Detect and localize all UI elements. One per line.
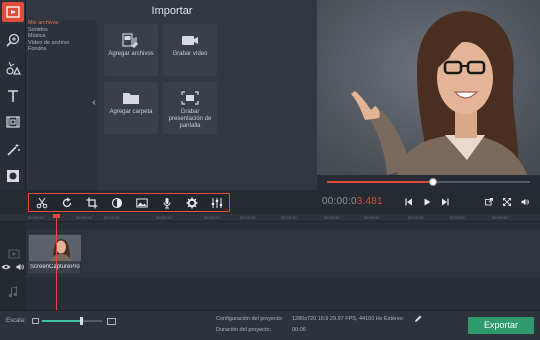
shapes-icon[interactable] <box>2 58 24 78</box>
edit-pencil-icon[interactable] <box>414 315 422 323</box>
scale-slider[interactable] <box>42 317 102 325</box>
add-folder-button[interactable]: Agregar carpeta <box>104 82 158 134</box>
ruler-tick: 00:00:00 <box>28 215 44 220</box>
visibility-eye-icon[interactable] <box>1 263 11 271</box>
volume-icon[interactable] <box>518 196 532 208</box>
project-settings-value: 1280x720 16:9 29.97 FPS, 44100 Hz Estére… <box>292 316 403 322</box>
clip-thumbnail-image <box>29 235 81 261</box>
timecode-current: 3.481 <box>356 196 383 207</box>
playhead-handle[interactable] <box>53 214 60 218</box>
redo-icon[interactable] <box>54 194 79 211</box>
preview-progress <box>317 175 540 190</box>
gear-icon[interactable] <box>179 194 204 211</box>
skip-back-icon[interactable] <box>402 196 416 208</box>
project-duration-label: Duración del proyecto: <box>216 327 272 333</box>
track-volume-icon[interactable] <box>16 263 25 271</box>
timecode-display: 00:00:03.481 <box>322 196 383 207</box>
record-video-button[interactable]: Grabar vídeo <box>163 24 217 76</box>
record-video-label: Grabar vídeo <box>172 51 208 57</box>
category-backgrounds[interactable]: Fondos <box>28 46 88 53</box>
ruler-tick: 00:00:50 <box>450 215 466 220</box>
ruler-tick: 00:00:45 <box>408 215 424 220</box>
record-screen-button[interactable]: Grabar presentación de pantalla <box>163 82 217 134</box>
clip-name: ScreenCapturePro <box>30 264 80 270</box>
crop-icon[interactable] <box>79 194 104 211</box>
playhead-line <box>56 214 57 310</box>
video-clip[interactable]: ScreenCapturePro <box>27 233 81 275</box>
music-track-icon <box>8 286 18 298</box>
playback-scrubber[interactable] <box>327 178 530 186</box>
project-settings-label: Configuración del proyecto: <box>216 316 283 322</box>
scale-slider-fill <box>42 320 81 322</box>
zoom-out-icon[interactable] <box>32 318 39 324</box>
zoom-in-icon[interactable] <box>107 318 116 325</box>
add-files-label: Agregar archivos <box>108 51 154 57</box>
overlay-icon[interactable] <box>2 166 24 186</box>
ruler-tick: 00:00:30 <box>281 215 297 220</box>
import-icon[interactable] <box>2 2 24 22</box>
scissors-icon[interactable] <box>29 194 54 211</box>
folder-icon <box>123 93 139 104</box>
detach-preview-icon[interactable] <box>482 196 496 208</box>
status-bar <box>0 310 540 340</box>
film-icon[interactable] <box>2 112 24 132</box>
ruler-tick: 00:00:40 <box>364 215 380 220</box>
track-headers <box>0 222 26 310</box>
ruler-tick: 00:00:55 <box>492 215 508 220</box>
preview-image <box>317 0 540 175</box>
ruler-tick: 00:00:15 <box>156 215 172 220</box>
microphone-icon[interactable] <box>154 194 179 211</box>
timeline-ruler[interactable]: 00:00:00 00:00:05 00:00:10 00:00:15 00:0… <box>0 214 540 222</box>
add-files-button[interactable]: Agregar archivos <box>104 24 158 76</box>
collapse-panel-button[interactable]: ‹ <box>89 96 99 110</box>
category-list: Mis archivos Sonidos Música Vídeo de arc… <box>28 20 88 53</box>
camera-icon <box>182 36 198 45</box>
video-track-icon <box>8 249 20 259</box>
equalizer-icon[interactable] <box>204 194 229 211</box>
magic-wand-icon[interactable] <box>2 140 24 160</box>
playback-scrubber-fill <box>327 181 433 183</box>
import-title: Importar <box>151 5 193 17</box>
video-track <box>26 230 540 277</box>
zoom-icon[interactable] <box>2 30 24 50</box>
ruler-tick: 00:00:20 <box>204 215 220 220</box>
project-duration-value: 00:06 <box>292 327 306 333</box>
record-screen-label: Grabar presentación de pantalla <box>168 109 212 129</box>
ruler-tick: 00:00:10 <box>104 215 120 220</box>
ruler-tick: 00:00:05 <box>76 215 92 220</box>
play-icon[interactable] <box>420 196 434 208</box>
timecode-leading: 00:00:0 <box>322 196 357 207</box>
text-icon[interactable] <box>2 86 24 106</box>
ruler-tick: 00:00:25 <box>240 215 256 220</box>
clip-thumbnail <box>29 235 81 261</box>
tool-sidebar <box>0 0 26 190</box>
add-files-icon <box>122 33 138 48</box>
skip-forward-icon[interactable] <box>438 196 452 208</box>
screen-capture-icon <box>181 91 199 105</box>
scale-label: Escala: <box>6 318 26 324</box>
fullscreen-icon[interactable] <box>500 196 514 208</box>
color-icon[interactable] <box>104 194 129 211</box>
ruler-tick: 00:00:35 <box>324 215 340 220</box>
image-icon[interactable] <box>129 194 154 211</box>
scale-slider-knob[interactable] <box>80 317 83 325</box>
video-preview <box>317 0 540 175</box>
export-button[interactable]: Exportar <box>468 317 534 334</box>
add-folder-label: Agregar carpeta <box>109 109 153 115</box>
playback-scrubber-knob[interactable] <box>428 178 437 186</box>
edit-tools <box>28 193 230 212</box>
